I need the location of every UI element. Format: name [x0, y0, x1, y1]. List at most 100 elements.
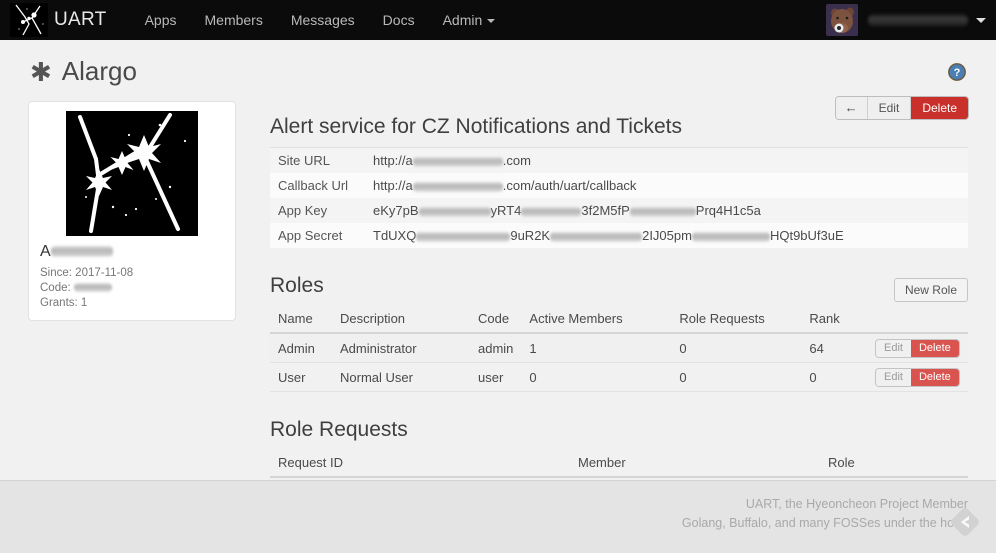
- roles-section-header: Roles New Role: [270, 248, 968, 306]
- nav-link-messages[interactable]: Messages: [277, 0, 369, 40]
- svg-text:?: ?: [954, 67, 961, 79]
- back-button[interactable]: ←: [835, 97, 868, 119]
- navbar: UART Apps Members Messages Docs Admin: [0, 0, 996, 40]
- role-requests-heading: Role Requests: [270, 418, 408, 441]
- app-card-code-label: Code:: [40, 282, 71, 294]
- role-active-members-admin: 1: [529, 340, 537, 356]
- user-chevron-down-icon[interactable]: [976, 17, 986, 23]
- role-action-group-user: Edit Delete: [876, 369, 959, 386]
- app-card-code-redacted: [73, 283, 112, 293]
- role-requests-table: Request ID Member Role: [270, 450, 968, 478]
- app-secret-mid1: 9uR2K: [510, 228, 551, 243]
- role-description-user: Normal User: [340, 369, 413, 385]
- role-rank-admin: 64: [809, 340, 824, 356]
- role-requests-table-head: Request ID Member Role: [270, 450, 968, 478]
- app-card-name-redacted: [50, 246, 113, 258]
- username-redacted[interactable]: [868, 13, 968, 27]
- role-active-members-user: 0: [529, 369, 537, 385]
- app-key-prefix: eKy7pB: [373, 203, 419, 218]
- app-secret-prefix: TdUXQ: [373, 228, 417, 243]
- brand-logo-svg: [10, 3, 48, 37]
- page-title: Alargo: [61, 56, 137, 86]
- app-key-suffix: Prq4H1c5a: [695, 203, 761, 218]
- avatar-image: [826, 4, 858, 36]
- delete-button[interactable]: Delete: [911, 97, 968, 119]
- footer-line-2: Golang, Buffalo, and many FOSSes under t…: [681, 516, 968, 530]
- role-name-user: User: [278, 369, 306, 385]
- role-actions-user: Edit Delete: [868, 363, 968, 392]
- roles-table-body: Admin Administrator admin 1 0 64 Edit De…: [270, 333, 968, 392]
- brand-title[interactable]: UART: [54, 9, 107, 31]
- detail-value-site-url: http://a .com: [365, 148, 968, 174]
- constellation-logo-icon[interactable]: [10, 3, 48, 37]
- help-circle-svg: ?: [948, 62, 966, 81]
- left-column: A Since: 2017-11-08 Code: Grants: 1: [28, 93, 238, 321]
- requests-col-request-id: Request ID: [270, 450, 570, 478]
- callback-url-redacted: [412, 181, 503, 192]
- asterisk-icon: ✱: [30, 56, 52, 87]
- roles-heading: Roles: [270, 274, 324, 297]
- detail-value-callback-url: http://a .com/auth/uart/callback: [365, 173, 968, 198]
- app-secret-mid2: 2IJ05pm: [642, 228, 692, 243]
- roles-col-active-members: Active Members: [521, 306, 672, 334]
- navbar-user-menu[interactable]: [826, 0, 986, 40]
- footer-line-1: UART, the Hyeoncheon Project Member: [745, 497, 968, 511]
- diamond-logo-icon[interactable]: [950, 507, 980, 537]
- detail-label-site-url: Site URL: [278, 153, 331, 168]
- app-card-name: A: [40, 244, 226, 260]
- edit-button[interactable]: Edit: [867, 97, 912, 119]
- help-circle-icon[interactable]: ?: [948, 62, 966, 81]
- nav-link-admin[interactable]: Admin: [429, 0, 510, 40]
- table-row: App Key eKy7pB yRT4 3f2M5fP Prq4H1c5a: [270, 198, 968, 223]
- footer: UART, the Hyeoncheon Project Member Gola…: [0, 480, 996, 553]
- chevron-down-icon: [487, 19, 496, 24]
- app-card-code: Code:: [40, 281, 226, 296]
- role-code-admin: admin: [478, 340, 514, 356]
- detail-label-app-key: App Key: [278, 203, 328, 218]
- role-delete-button-user[interactable]: Delete: [910, 369, 959, 386]
- app-key-redacted-3: [629, 206, 696, 217]
- role-requests-admin: 0: [679, 340, 687, 356]
- requests-col-member: Member: [570, 450, 820, 478]
- diamond-logo-svg: [951, 508, 979, 536]
- roles-col-actions: [868, 306, 968, 334]
- role-actions-admin: Edit Delete: [868, 333, 968, 363]
- app-key-mid2: 3f2M5fP: [581, 203, 630, 218]
- role-requests-header-row: Request ID Member Role: [270, 450, 968, 478]
- callback-url-prefix: http://a: [373, 178, 413, 193]
- callback-url-suffix: .com/auth/uart/callback: [502, 178, 637, 193]
- role-requests-user: 0: [679, 369, 687, 385]
- nav-link-apps[interactable]: Apps: [131, 0, 191, 40]
- role-description-admin: Administrator: [340, 340, 417, 356]
- role-rank-user: 0: [809, 369, 817, 385]
- nav-link-admin-label: Admin: [442, 12, 483, 28]
- role-code-user: user: [478, 369, 504, 385]
- requests-col-role: Role: [820, 450, 968, 478]
- app-actions-toolbar: ← Edit Delete: [835, 97, 968, 119]
- roles-col-rank: Rank: [801, 306, 868, 334]
- table-row: Site URL http://a .com: [270, 147, 968, 174]
- page-header: ✱ Alargo ?: [0, 40, 996, 93]
- main-content: A Since: 2017-11-08 Code: Grants: 1 ← Ed…: [0, 93, 996, 478]
- role-edit-button-user[interactable]: Edit: [876, 369, 911, 386]
- role-delete-button-admin[interactable]: Delete: [910, 340, 959, 357]
- detail-value-app-secret: TdUXQ 9uR2K 2IJ05pm HQt9bUf3uE: [365, 223, 968, 248]
- user-avatar[interactable]: [826, 4, 858, 36]
- table-row: App Secret TdUXQ 9uR2K 2IJ05pm HQt9bUf3uE: [270, 223, 968, 248]
- app-key-redacted-1: [418, 206, 491, 217]
- new-role-button[interactable]: New Role: [893, 278, 968, 302]
- table-row: Admin Administrator admin 1 0 64 Edit De…: [270, 333, 968, 363]
- nav-link-docs[interactable]: Docs: [369, 0, 429, 40]
- constellation-image-svg: [66, 111, 198, 236]
- constellation-image[interactable]: [66, 111, 198, 236]
- role-action-group-admin: Edit Delete: [876, 340, 959, 357]
- roles-col-name: Name: [270, 306, 332, 334]
- app-card-since-label: Since:: [40, 267, 72, 279]
- detail-label-callback-url: Callback Url: [278, 178, 349, 193]
- role-edit-button-admin[interactable]: Edit: [876, 340, 911, 357]
- app-card-name-text: A: [40, 243, 51, 260]
- site-url-suffix: .com: [502, 153, 531, 168]
- role-name-admin: Admin: [278, 340, 315, 356]
- nav-link-members[interactable]: Members: [191, 0, 277, 40]
- detail-value-app-key: eKy7pB yRT4 3f2M5fP Prq4H1c5a: [365, 198, 968, 223]
